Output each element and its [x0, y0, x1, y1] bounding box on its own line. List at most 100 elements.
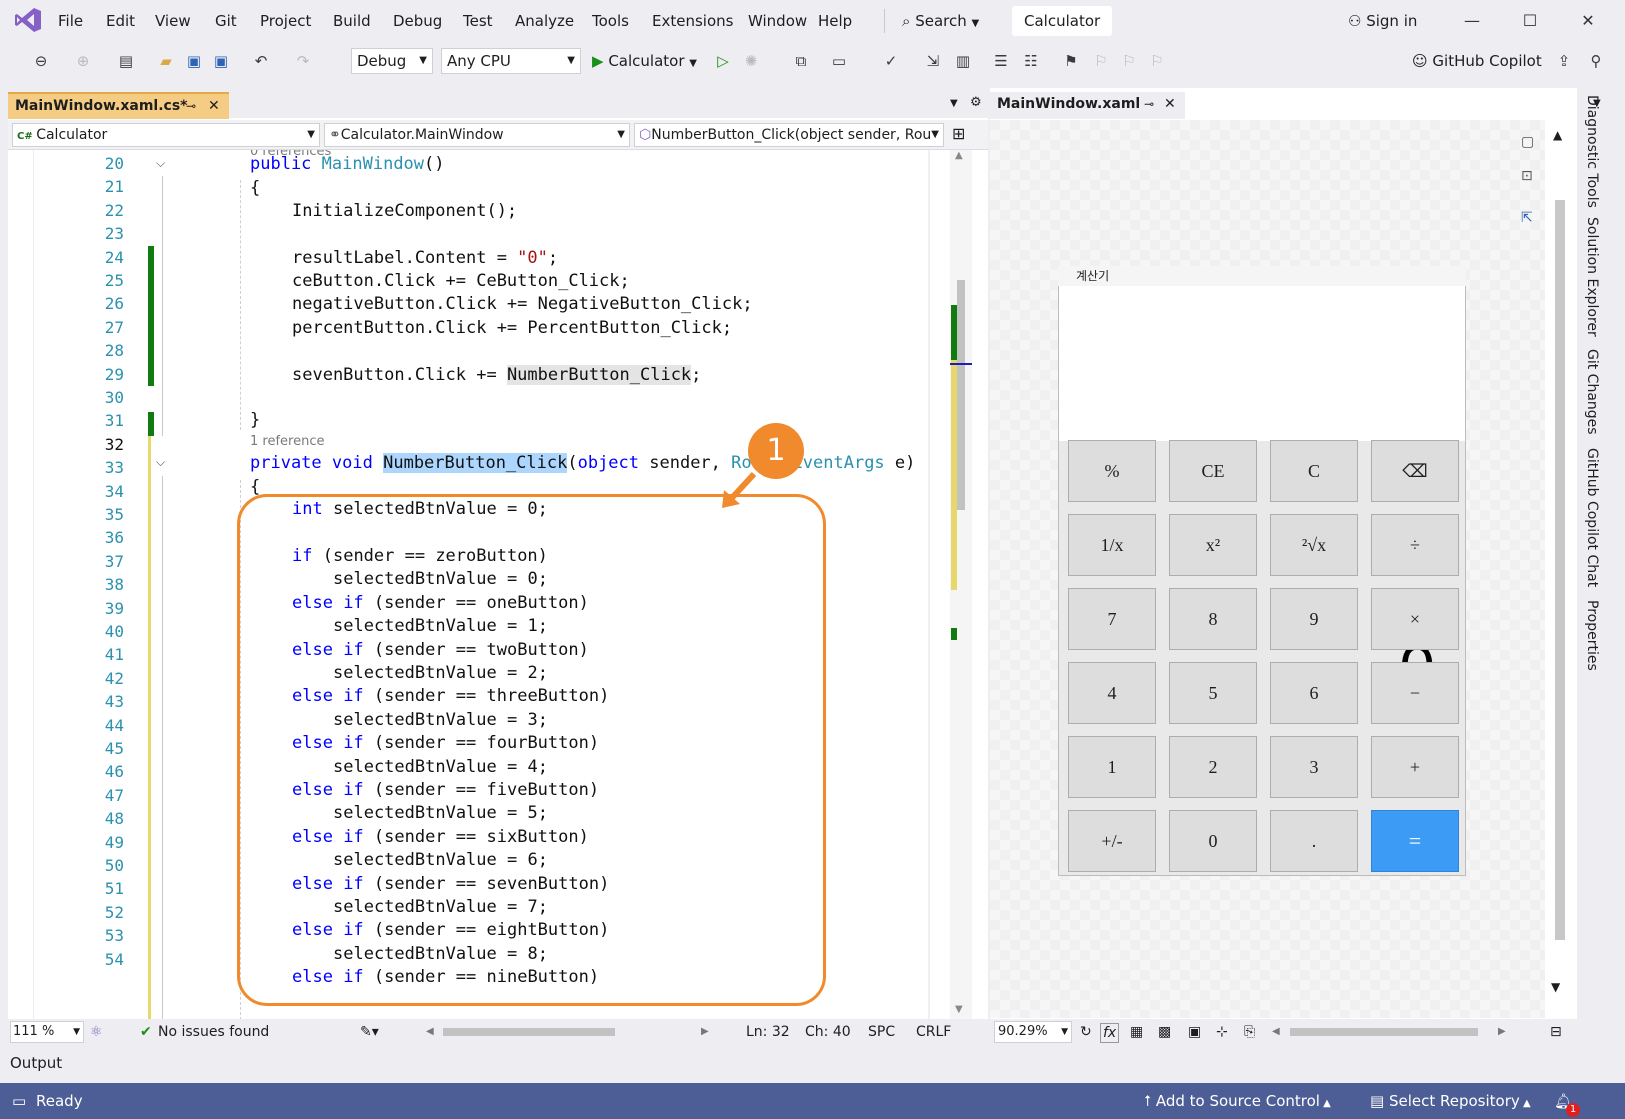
project-code-icon[interactable]: ⎘ — [1244, 1019, 1255, 1045]
save-all-icon[interactable]: ▣ — [210, 50, 232, 72]
pin-icon[interactable]: ⊸ — [186, 94, 196, 118]
calc-button-percent[interactable]: % — [1068, 440, 1156, 502]
sign-in-button[interactable]: ⚇ Sign in — [1348, 0, 1417, 40]
calc-button-divide[interactable]: ÷ — [1371, 514, 1459, 576]
search-box[interactable]: ⌕ Search ▼ — [902, 9, 979, 33]
code-cleanup-icon[interactable]: ✎▾ — [360, 1019, 379, 1045]
calc-button-zero[interactable]: 0 — [1169, 810, 1257, 872]
artboard-icon[interactable]: ▣ — [1188, 1019, 1201, 1045]
clear-bookmarks-icon[interactable]: ⚐ — [1146, 50, 1168, 72]
frame-icon[interactable]: ⊡ — [1521, 168, 1533, 184]
side-tab-properties[interactable]: Properties — [1584, 600, 1600, 671]
designer-horizontal-scroll-thumb[interactable] — [1290, 1028, 1478, 1036]
issues-status[interactable]: No issues found — [158, 1019, 269, 1045]
platform-dropdown[interactable]: Any CPU ▼ — [441, 48, 581, 74]
codelens-references[interactable]: 1 reference — [250, 434, 324, 450]
save-icon[interactable]: ▣ — [183, 50, 205, 72]
menu-build[interactable]: Build — [333, 0, 371, 40]
redo-icon[interactable]: ↷ — [292, 50, 314, 72]
close-window-button[interactable]: ✕ — [1562, 0, 1614, 40]
tab-mainwindow-xaml[interactable]: MainWindow.xaml ⊸ ✕ — [990, 92, 1185, 119]
side-tab-diagnostic-tools[interactable]: Diagnostic Tools — [1584, 95, 1600, 208]
pin-icon[interactable]: ⊸ — [1144, 92, 1154, 116]
menu-extensions[interactable]: Extensions — [652, 0, 733, 40]
snap-lines-icon[interactable]: ⊹ — [1216, 1019, 1228, 1045]
project-dropdown[interactable]: C# Calculator ▼ — [12, 123, 320, 147]
start-without-debugging-icon[interactable]: ▷ — [712, 50, 734, 72]
scroll-left-icon[interactable]: ◀ — [426, 1019, 434, 1045]
member-dropdown[interactable]: ⬡NumberButton_Click(object sender, Rou ▼ — [634, 123, 944, 147]
fx-icon[interactable]: fx — [1100, 1023, 1120, 1043]
scroll-thumb[interactable] — [957, 280, 965, 510]
side-tab-github-copilot-chat[interactable]: GitHub Copilot Chat — [1584, 448, 1600, 587]
minimize-button[interactable]: — — [1446, 0, 1498, 40]
intellicode-icon[interactable]: ⚛ — [90, 1019, 103, 1045]
collapse-icon[interactable]: ⌵ — [156, 455, 165, 470]
calc-button-five[interactable]: 5 — [1169, 662, 1257, 724]
calc-button-seven[interactable]: 7 — [1068, 588, 1156, 650]
scroll-left-icon[interactable]: ◀ — [1272, 1019, 1280, 1045]
calc-button-eight[interactable]: 8 — [1169, 588, 1257, 650]
maximize-button[interactable]: ☐ — [1504, 0, 1556, 40]
split-icon[interactable]: ⊞ — [952, 124, 965, 143]
comment-icon[interactable]: ☰ — [990, 50, 1012, 72]
snap-grid-icon[interactable]: ▩ — [1158, 1019, 1171, 1045]
calc-button-negate[interactable]: +/- — [1068, 810, 1156, 872]
menu-edit[interactable]: Edit — [106, 0, 135, 40]
menu-git[interactable]: Git — [215, 0, 237, 40]
open-folder-icon[interactable]: ▰ — [155, 50, 177, 72]
grid-icon[interactable]: ▦ — [1130, 1019, 1143, 1045]
hot-reload-icon[interactable]: ✺ — [740, 50, 762, 72]
close-icon[interactable]: ✕ — [208, 94, 220, 118]
calc-button-nine[interactable]: 9 — [1270, 588, 1358, 650]
add-to-source-control-button[interactable]: ⭡ Add to Source Control ▲ — [1144, 1083, 1331, 1119]
scroll-up-icon[interactable]: ▲ — [955, 150, 963, 161]
next-bookmark-icon[interactable]: ⚐ — [1118, 50, 1140, 72]
popout-icon[interactable]: ⇱ — [1521, 210, 1533, 226]
share-icon[interactable]: ⇪ — [1553, 50, 1575, 72]
device-icon[interactable]: ▢ — [1521, 134, 1534, 150]
scroll-down-icon[interactable]: ▼ — [955, 1004, 963, 1015]
step-icon[interactable]: ⇲ — [922, 50, 944, 72]
calc-button-reciprocal[interactable]: 1/x — [1068, 514, 1156, 576]
class-dropdown[interactable]: ⚭Calculator.MainWindow ▼ — [324, 123, 630, 147]
layout-icon[interactable]: ▭ — [828, 50, 850, 72]
scroll-right-icon[interactable]: ▶ — [1498, 1019, 1506, 1045]
menu-file[interactable]: File — [58, 0, 83, 40]
menu-window[interactable]: Window — [748, 0, 807, 40]
calc-button-plus[interactable]: + — [1371, 736, 1459, 798]
menu-view[interactable]: View — [155, 0, 191, 40]
menu-project[interactable]: Project — [260, 0, 311, 40]
calc-button-four[interactable]: 4 — [1068, 662, 1156, 724]
uncomment-icon[interactable]: ☷ — [1020, 50, 1042, 72]
notifications-button[interactable]: 🔔︎ 1 — [1554, 1083, 1580, 1119]
calc-button-one[interactable]: 1 — [1068, 736, 1156, 798]
designer-zoom-dropdown[interactable]: 90.29% ▼ — [994, 1021, 1072, 1043]
new-project-icon[interactable]: ▤ — [115, 50, 137, 72]
calc-button-two[interactable]: 2 — [1169, 736, 1257, 798]
calc-button-three[interactable]: 3 — [1270, 736, 1358, 798]
menu-debug[interactable]: Debug — [393, 0, 442, 40]
scroll-down-icon[interactable]: ▼ — [1551, 980, 1560, 994]
configuration-dropdown[interactable]: Debug ▼ — [351, 48, 433, 74]
calc-button-six[interactable]: 6 — [1270, 662, 1358, 724]
start-debugging-button[interactable]: ▶ Calculator ▼ — [592, 48, 697, 74]
calc-button-clear[interactable]: C — [1270, 440, 1358, 502]
line-indicator[interactable]: Ln: 32 — [746, 1019, 790, 1045]
horizontal-scroll-thumb[interactable] — [443, 1028, 615, 1036]
scroll-right-icon[interactable]: ▶ — [701, 1019, 709, 1045]
calc-button-decimal[interactable]: . — [1270, 810, 1358, 872]
visual-studio-logo-icon[interactable] — [14, 7, 42, 33]
refresh-icon[interactable]: ↻ — [1080, 1019, 1092, 1045]
close-icon[interactable]: ✕ — [1164, 92, 1176, 116]
calc-button-ce[interactable]: CE — [1169, 440, 1257, 502]
forward-icon[interactable]: ⊕ — [72, 50, 94, 72]
collapse-pane-icon[interactable]: ⊟ — [1550, 1019, 1562, 1045]
feedback-icon[interactable]: ⚲ — [1585, 50, 1607, 72]
calc-button-square[interactable]: x² — [1169, 514, 1257, 576]
back-icon[interactable]: ⊖ — [30, 50, 52, 72]
spell-check-icon[interactable]: ✓ — [880, 50, 902, 72]
solution-explorer-icon[interactable]: ⧉ — [790, 50, 812, 72]
zoom-dropdown[interactable]: 111 % ▼ — [10, 1021, 84, 1043]
tab-mainwindow-xaml-cs[interactable]: MainWindow.xaml.cs* ⊸ ✕ — [8, 92, 229, 119]
